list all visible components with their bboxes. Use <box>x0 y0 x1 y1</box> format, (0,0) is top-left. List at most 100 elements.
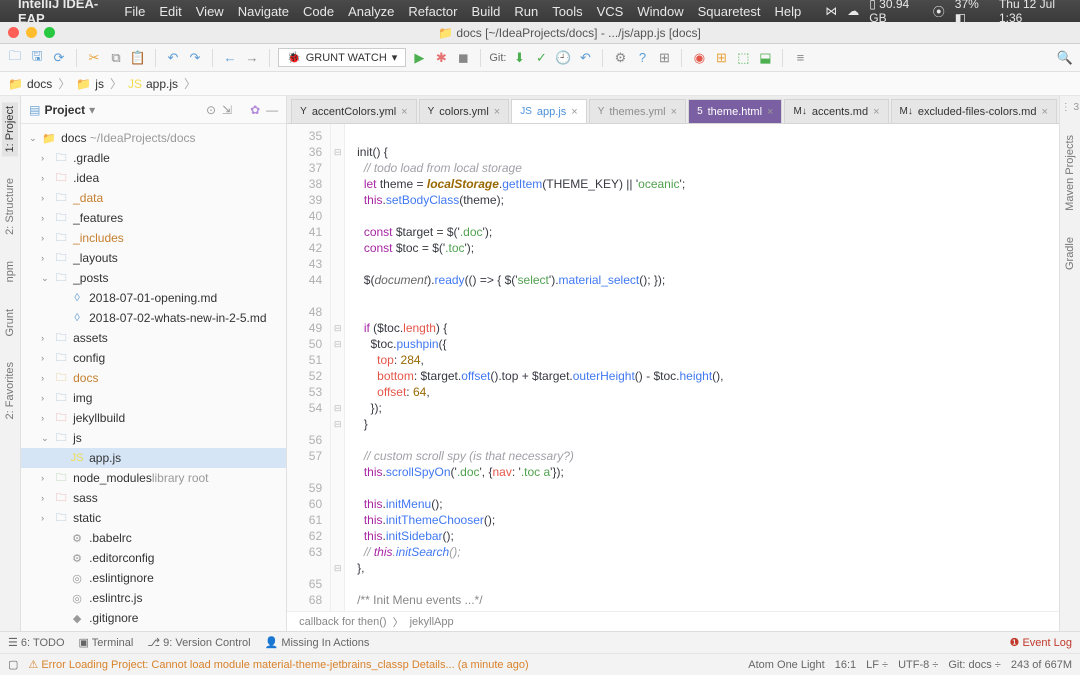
disk-status[interactable]: ▯ 30.94 GB <box>869 0 923 25</box>
tool-tab-gradle[interactable]: Gradle <box>1062 233 1078 274</box>
tree-node[interactable]: ◎.eslintignore <box>21 568 286 588</box>
vcs-history-icon[interactable]: 🕘 <box>554 49 572 67</box>
menu-refactor[interactable]: Refactor <box>408 4 457 19</box>
scroll-from-source-icon[interactable]: ⊙ <box>206 103 216 117</box>
refresh-icon[interactable]: ⟳ <box>50 49 68 67</box>
app-name[interactable]: IntelliJ IDEA-EAP <box>18 0 112 26</box>
status-toggle-icon[interactable]: ▢ <box>8 658 18 671</box>
save-icon[interactable]: 🖫 <box>28 49 46 67</box>
back-icon[interactable]: ← <box>221 49 239 67</box>
run-icon[interactable]: ▶ <box>410 49 428 67</box>
status-error[interactable]: ⚠ Error Loading Project: Cannot load mod… <box>28 658 528 671</box>
alm-icon[interactable]: ⊞ <box>655 49 673 67</box>
window-close[interactable] <box>8 27 19 38</box>
tree-node[interactable]: ⌄🗀_posts <box>21 268 286 288</box>
mt-accent-icon[interactable]: ◉ <box>690 49 708 67</box>
tree-node[interactable]: JSapp.js <box>21 448 286 468</box>
project-header-label[interactable]: Project <box>44 103 85 117</box>
tab-close-icon[interactable]: × <box>1041 106 1047 118</box>
code-editor[interactable]: 3536373839404142434448495051525354565759… <box>287 124 1059 611</box>
crumb-folder[interactable]: 📁 js <box>76 77 104 91</box>
status-git[interactable]: Git: docs ÷ <box>948 659 1001 671</box>
tab-close-icon[interactable]: × <box>401 106 407 118</box>
tree-node[interactable]: ◊2018-07-02-whats-new-in-2-5.md <box>21 308 286 328</box>
tree-node[interactable]: ›🗀_layouts <box>21 248 286 268</box>
tool-tab-grunt[interactable]: Grunt <box>2 305 18 341</box>
tree-node[interactable]: ›🗀assets <box>21 328 286 348</box>
menu-help[interactable]: Help <box>774 4 801 19</box>
menu-vcs[interactable]: VCS <box>597 4 624 19</box>
tree-node[interactable]: ›🗀_includes <box>21 228 286 248</box>
tree-node[interactable]: ›🗀_data <box>21 188 286 208</box>
status-encoding[interactable]: UTF-8 ÷ <box>898 659 938 671</box>
tool-settings-icon[interactable]: ✿ <box>250 103 260 117</box>
tree-node[interactable]: ›🗀docs <box>21 368 286 388</box>
paste-icon[interactable]: 📋 <box>129 49 147 67</box>
menu-file[interactable]: File <box>124 4 145 19</box>
tree-node[interactable]: ›🗀sass <box>21 488 286 508</box>
menu-run[interactable]: Run <box>514 4 538 19</box>
tree-node[interactable]: ›🗀jekyllbuild <box>21 408 286 428</box>
event-log[interactable]: ❶ Event Log <box>1010 636 1072 649</box>
tree-root[interactable]: ⌄📁 docs ~/IdeaProjects/docs <box>21 128 286 148</box>
tool-tab-project[interactable]: 1: Project <box>2 102 18 156</box>
tool-tab-maven[interactable]: Maven Projects <box>1062 131 1078 215</box>
cut-icon[interactable]: ✂ <box>85 49 103 67</box>
menu-tools[interactable]: Tools <box>552 4 582 19</box>
bowtie-icon[interactable]: ⋈ <box>825 4 837 18</box>
wifi-icon[interactable]: ⦿ <box>933 3 945 20</box>
status-line-sep[interactable]: LF ÷ <box>866 659 888 671</box>
editor-tab[interactable]: Ycolors.yml× <box>419 99 510 123</box>
tree-node[interactable]: ⚙.babelrc <box>21 528 286 548</box>
debug-icon[interactable]: ✱ <box>432 49 450 67</box>
crumb-root[interactable]: 📁 docs <box>8 77 52 91</box>
menu-navigate[interactable]: Navigate <box>238 4 289 19</box>
menu-analyze[interactable]: Analyze <box>348 4 394 19</box>
menu-build[interactable]: Build <box>471 4 500 19</box>
tree-node[interactable]: ⚙.editorconfig <box>21 548 286 568</box>
tree-node[interactable]: ≡.jekyll-metadata <box>21 628 286 631</box>
mt-config-icon[interactable]: ⬚ <box>734 49 752 67</box>
forward-icon[interactable]: → <box>243 49 261 67</box>
settings-icon[interactable]: ⚙ <box>611 49 629 67</box>
tab-close-icon[interactable]: × <box>767 106 773 118</box>
tool-mia[interactable]: 👤 Missing In Actions <box>265 636 370 649</box>
tree-node[interactable]: ◆.gitignore <box>21 608 286 628</box>
open-icon[interactable]: 🗀 <box>6 49 24 67</box>
project-tree[interactable]: ⌄📁 docs ~/IdeaProjects/docs ›🗀.gradle›🗀.… <box>21 124 286 631</box>
tab-close-icon[interactable]: × <box>671 106 677 118</box>
window-maximize[interactable] <box>44 27 55 38</box>
tab-close-icon[interactable]: × <box>494 106 500 118</box>
toolbar-overflow-icon[interactable]: ≡ <box>791 49 809 67</box>
stop-icon[interactable]: ◼ <box>454 49 472 67</box>
menu-edit[interactable]: Edit <box>159 4 181 19</box>
tree-node[interactable]: ›🗀.idea <box>21 168 286 188</box>
vcs-revert-icon[interactable]: ↶ <box>576 49 594 67</box>
editor-tab[interactable]: 5theme.html× <box>688 99 782 123</box>
tool-tab-structure[interactable]: 2: Structure <box>2 174 18 239</box>
tree-node[interactable]: ⌄🗀js <box>21 428 286 448</box>
copy-icon[interactable]: ⧉ <box>107 49 125 67</box>
mt-extra-icon[interactable]: ⬓ <box>756 49 774 67</box>
tool-tab-npm[interactable]: npm <box>2 257 18 286</box>
tree-node[interactable]: ◊2018-07-01-opening.md <box>21 288 286 308</box>
tool-todo[interactable]: ☰ 6: TODO <box>8 636 65 649</box>
status-theme[interactable]: Atom One Light <box>748 659 824 671</box>
tool-tab-favorites[interactable]: 2: Favorites <box>2 358 18 423</box>
clock[interactable]: Thu 12 Jul 1:36 <box>999 0 1072 25</box>
run-config-selector[interactable]: 🐞GRUNT WATCH ▾ <box>278 48 406 67</box>
help-icon[interactable]: ? <box>633 49 651 67</box>
window-minimize[interactable] <box>26 27 37 38</box>
menu-code[interactable]: Code <box>303 4 334 19</box>
tree-node[interactable]: ›🗀img <box>21 388 286 408</box>
editor-tab[interactable]: Ythemes.yml× <box>589 99 686 123</box>
status-caret[interactable]: 16:1 <box>835 659 856 671</box>
tree-node[interactable]: ›🗀node_modules library root <box>21 468 286 488</box>
menu-squaretest[interactable]: Squaretest <box>698 4 761 19</box>
status-memory[interactable]: 243 of 667M <box>1011 659 1072 671</box>
collapse-all-icon[interactable]: ⇲ <box>222 103 232 117</box>
editor-tab[interactable]: YaccentColors.yml× <box>291 99 416 123</box>
code-lines[interactable]: init() { // todo load from local storage… <box>345 124 1059 611</box>
tool-terminal[interactable]: ▣ Terminal <box>79 636 134 649</box>
tab-close-icon[interactable]: × <box>873 106 879 118</box>
